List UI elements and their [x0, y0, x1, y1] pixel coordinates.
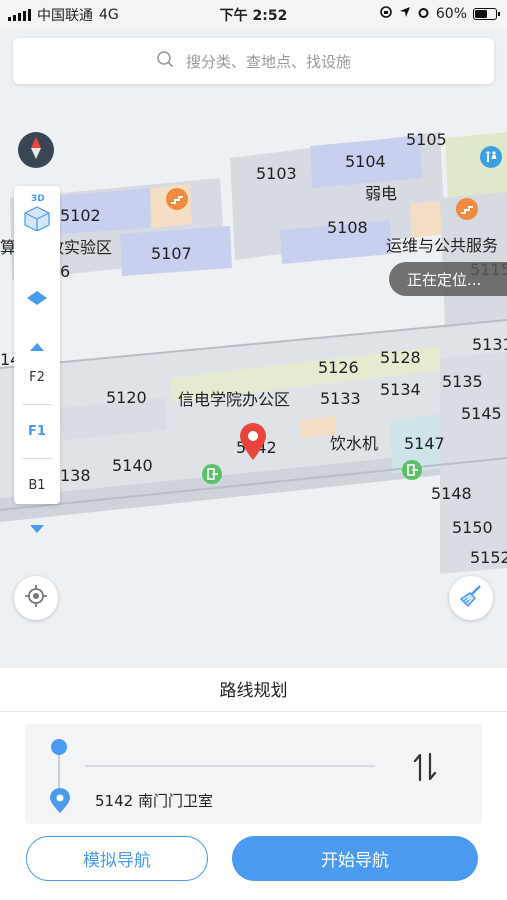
room-label[interactable]: 5152 [470, 548, 507, 567]
room-label[interactable]: 5131 [472, 335, 507, 354]
compass-button[interactable] [18, 132, 54, 168]
indoor-map[interactable]: 5105 5103 5104 弱电 5102 算机开放实验区 5108 5107… [0, 28, 507, 668]
room-label[interactable]: 信电学院办公区 [178, 386, 290, 410]
room-label[interactable]: 弱电 [365, 180, 397, 204]
simulate-navigation-button[interactable]: 模拟导航 [26, 836, 208, 881]
route-planner-sheet: 路线规划 5142 南门门卫室 模拟导航 开始导航 [0, 668, 507, 900]
room-label[interactable]: 运维与公共服务 [386, 232, 498, 256]
room-label[interactable]: 5133 [320, 389, 361, 408]
svg-text:3D: 3D [31, 194, 45, 204]
room-label[interactable]: 5150 [452, 518, 493, 537]
floor-up-icon[interactable] [30, 336, 44, 355]
room-label[interactable]: 5135 [442, 372, 483, 391]
floor-plan[interactable] [0, 28, 507, 668]
room-label[interactable]: 5108 [327, 218, 368, 237]
swap-route-button[interactable] [412, 752, 438, 786]
exit-icon[interactable] [402, 460, 422, 484]
room-label[interactable]: 6 [60, 262, 70, 281]
room-label[interactable]: 5140 [112, 456, 153, 475]
alarm-icon [417, 6, 430, 23]
room-label[interactable]: 5107 [151, 244, 192, 263]
floor-switcher: 3D F2 F1 B1 [14, 186, 60, 533]
route-inputs: 5142 南门门卫室 [25, 724, 482, 824]
room-label[interactable]: 5147 [404, 434, 445, 453]
room-label[interactable]: 5148 [431, 484, 472, 503]
battery-percent: 60% [435, 6, 467, 22]
start-location-field[interactable] [85, 765, 375, 767]
room-label[interactable]: 5126 [318, 358, 359, 377]
swap-arrows-icon [412, 752, 438, 786]
room-label[interactable]: 5120 [106, 388, 147, 407]
location-arrow-icon [399, 6, 411, 22]
sheet-title: 路线规划 [219, 681, 288, 701]
room-label[interactable]: 5105 [406, 130, 447, 149]
crosshair-icon [24, 584, 48, 612]
restroom-icon[interactable] [480, 146, 502, 172]
broom-icon [458, 583, 484, 613]
floor-option-b1[interactable]: B1 [14, 478, 60, 493]
3d-toggle-button[interactable]: 3D [14, 186, 60, 236]
room-label[interactable]: 5134 [380, 380, 421, 399]
search-input[interactable]: 搜分类、查地点、找设施 [186, 51, 351, 72]
start-navigation-button[interactable]: 开始导航 [232, 836, 478, 881]
room-label[interactable]: 饮水机 [330, 430, 378, 454]
locating-status-badge: 正在定位... [389, 262, 507, 296]
destination-field[interactable]: 5142 南门门卫室 [95, 790, 213, 811]
floor-down-icon[interactable] [30, 518, 44, 537]
stairs-icon[interactable] [166, 188, 188, 214]
locate-me-button[interactable] [14, 576, 58, 620]
stairs-icon[interactable] [456, 198, 478, 224]
collapse-floors-icon[interactable] [27, 290, 47, 309]
status-bar: 中国联通 4G 下午 2:52 60% [0, 0, 507, 28]
compass-icon [28, 136, 44, 164]
floor-option-f2[interactable]: F2 [14, 370, 60, 385]
destination-pin-icon[interactable] [237, 422, 269, 466]
destination-marker-icon [49, 788, 71, 818]
room-label[interactable]: 5128 [380, 348, 421, 367]
room-label[interactable]: 5102 [60, 206, 101, 225]
room-label[interactable]: 5103 [256, 164, 297, 183]
divider [0, 711, 507, 712]
room-label[interactable]: 5104 [345, 152, 386, 171]
floor-option-f1[interactable]: F1 [14, 424, 60, 439]
rotation-lock-icon [379, 5, 393, 23]
clear-route-button[interactable] [449, 576, 493, 620]
exit-icon[interactable] [202, 464, 222, 488]
room-label[interactable]: 5145 [461, 404, 502, 423]
search-icon [156, 50, 174, 72]
room-label[interactable]: 138 [60, 466, 91, 485]
search-bar[interactable]: 搜分类、查地点、找设施 [13, 38, 494, 84]
battery-icon [473, 8, 500, 20]
start-point-icon [51, 739, 67, 755]
3d-building-icon: 3D [24, 194, 50, 231]
